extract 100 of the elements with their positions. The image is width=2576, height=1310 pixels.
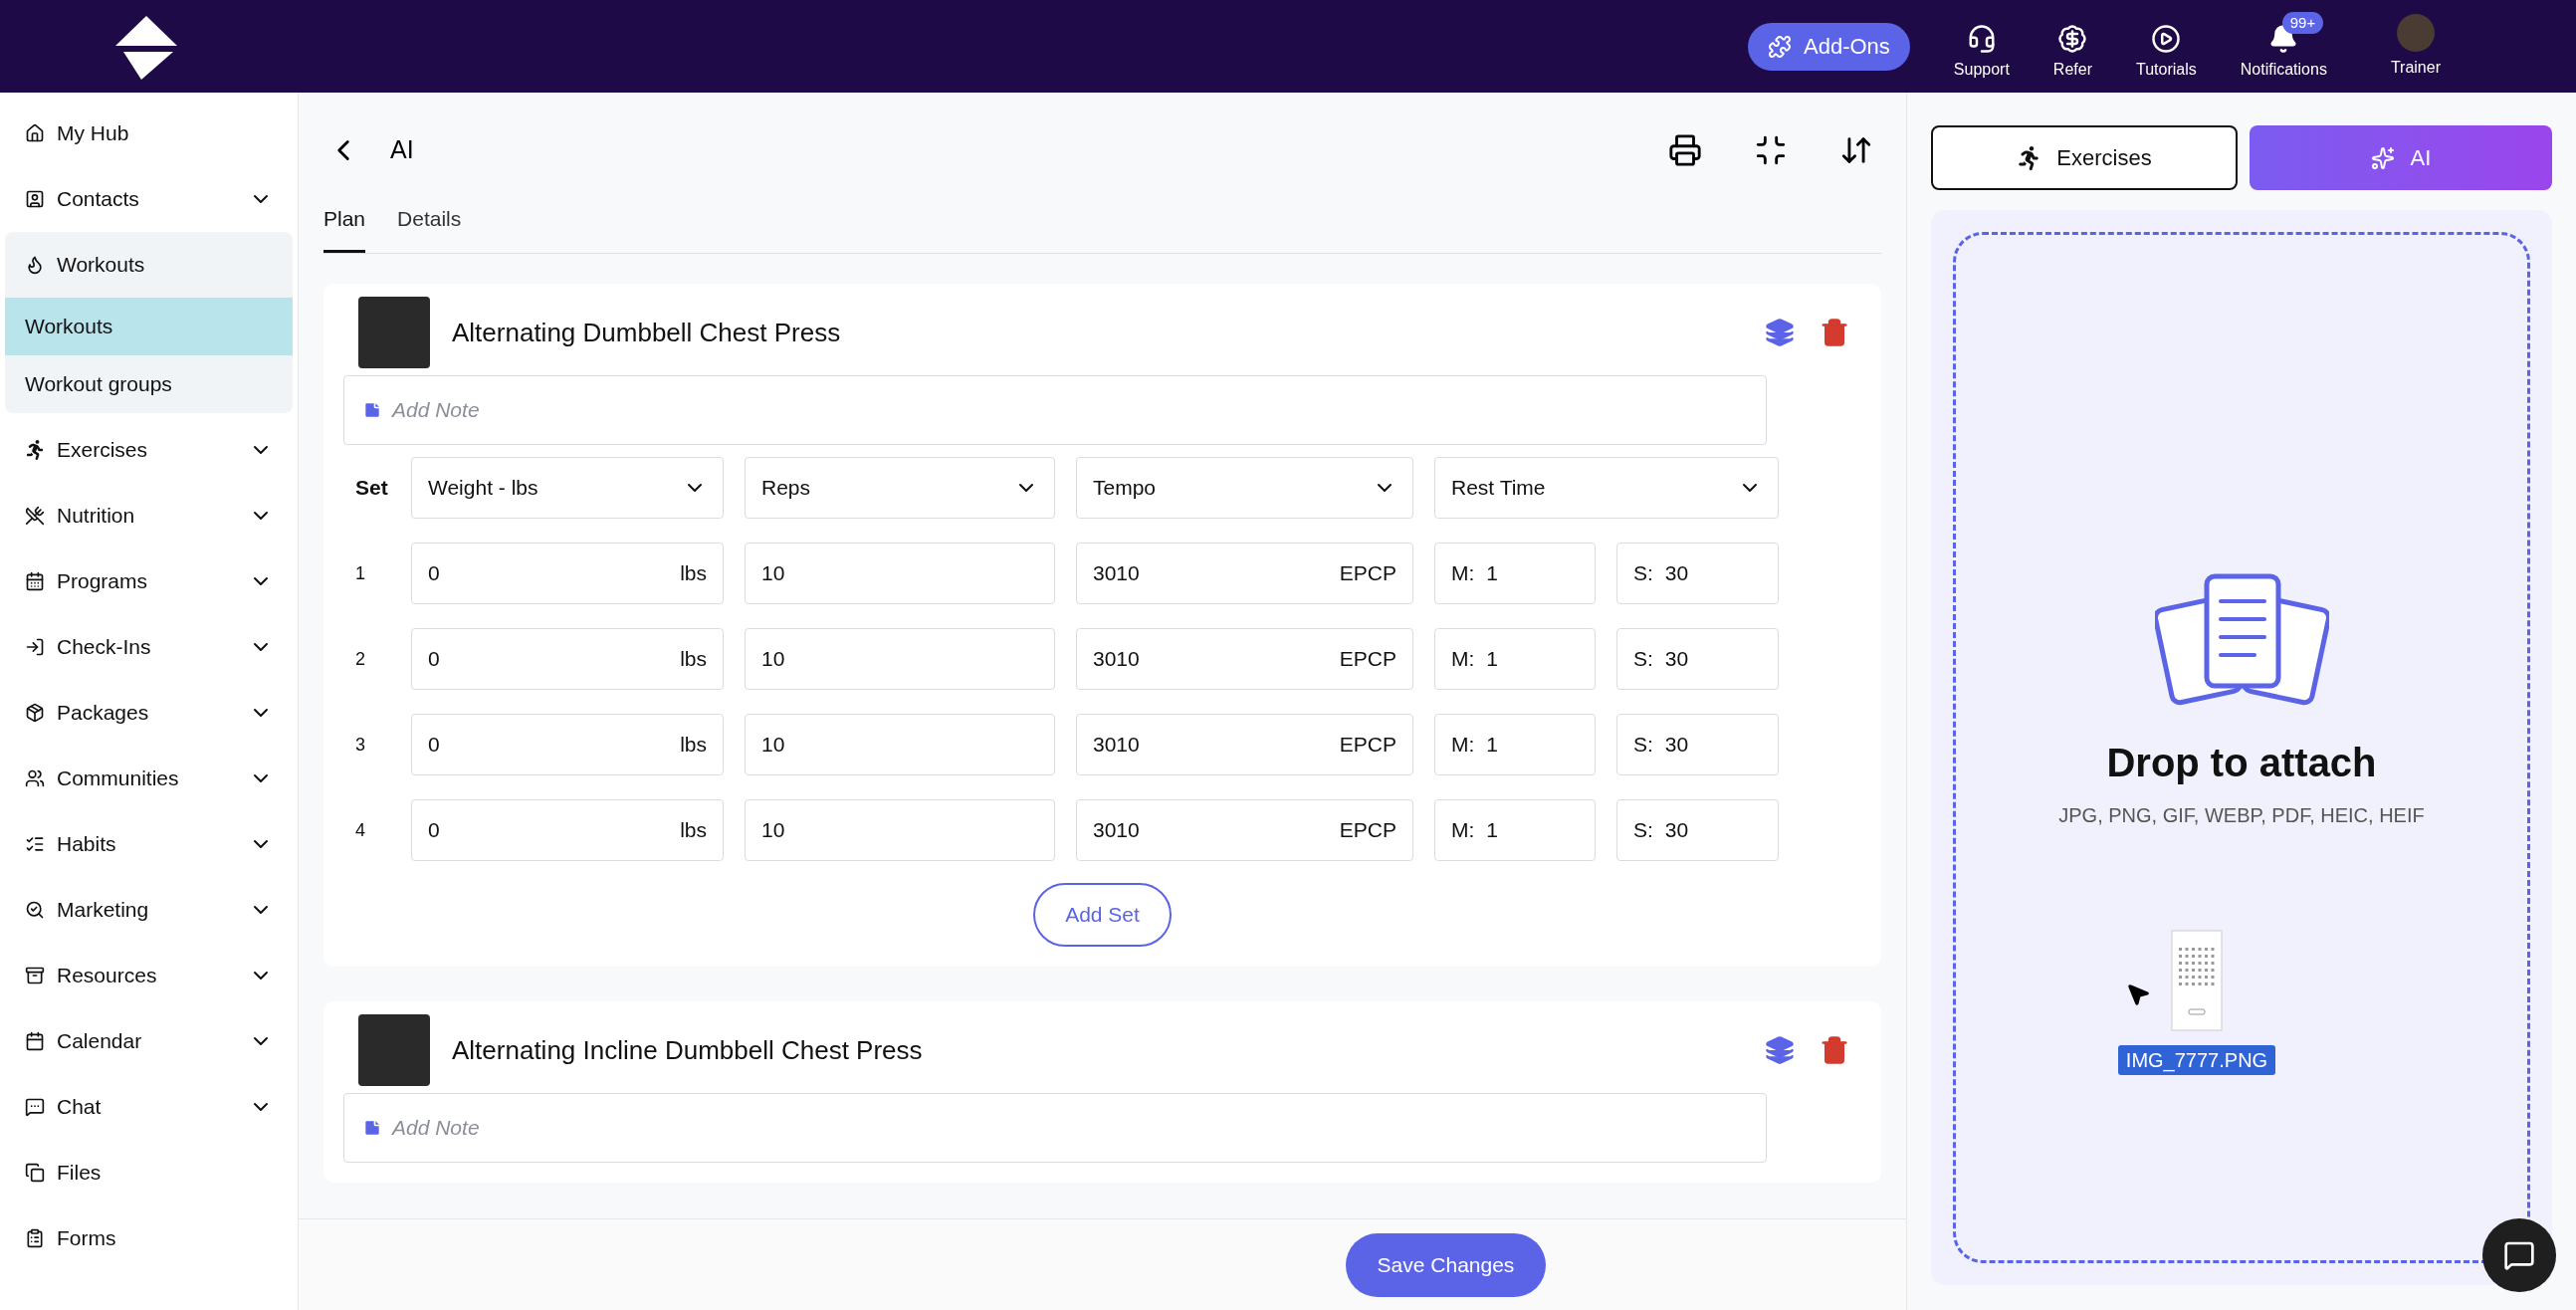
sidebar-item[interactable]: Workouts bbox=[5, 232, 293, 298]
set-number: 3 bbox=[354, 733, 366, 757]
notification-badge: 99+ bbox=[2281, 11, 2324, 34]
sidebar-item[interactable]: Habits bbox=[5, 811, 293, 877]
input-field[interactable]: 10 bbox=[745, 799, 1055, 861]
sidebar-item[interactable]: Nutrition bbox=[5, 483, 293, 548]
photo-placeholder bbox=[358, 1014, 430, 1086]
tab[interactable]: Plan bbox=[323, 202, 366, 253]
save-changes-button[interactable]: Save Changes bbox=[1345, 1232, 1547, 1297]
exercise-title: Alternating Incline Dumbbell Chest Press bbox=[452, 1033, 924, 1067]
sidebar-item[interactable]: Calendar bbox=[5, 1008, 293, 1074]
input-field[interactable]: 3010 EPCP bbox=[1076, 714, 1413, 775]
unit-label: lbs bbox=[680, 817, 707, 844]
form-icon bbox=[25, 1228, 45, 1248]
collapse-icon[interactable] bbox=[1754, 133, 1788, 167]
input-field[interactable]: M: 1 bbox=[1434, 543, 1596, 604]
sidebar-item[interactable]: Packages bbox=[5, 680, 293, 746]
unit-label: lbs bbox=[680, 732, 707, 759]
profile-menu[interactable]: Trainer bbox=[2366, 13, 2465, 80]
drop-title: Drop to attach bbox=[2106, 740, 2377, 786]
sidebar-subitem[interactable]: Workouts bbox=[5, 298, 293, 355]
file-formats: JPG, PNG, GIF, WEBP, PDF, HEIC, HEIF bbox=[2058, 803, 2425, 828]
input-field[interactable]: M: 1 bbox=[1434, 799, 1596, 861]
input-field[interactable]: S: 30 bbox=[1616, 628, 1779, 690]
input-field[interactable]: 0 lbs bbox=[411, 628, 724, 690]
trash-icon[interactable] bbox=[1820, 318, 1849, 347]
input-field[interactable]: 10 bbox=[745, 543, 1055, 604]
drop-zone[interactable]: Drop to attach JPG, PNG, GIF, WEBP, PDF, HEIC, HEIF IMG_7777.PNG bbox=[1953, 232, 2530, 1263]
flame-icon bbox=[25, 255, 45, 275]
unit-label: lbs bbox=[680, 646, 707, 673]
panel-tab[interactable]: AI bbox=[2250, 125, 2552, 190]
input-field[interactable]: 3010 EPCP bbox=[1076, 543, 1413, 604]
tempo-tag: EPCP bbox=[1339, 557, 1396, 589]
input-field[interactable]: M: 1 bbox=[1434, 714, 1596, 775]
tab[interactable]: Details bbox=[397, 202, 462, 253]
layers-icon[interactable] bbox=[1765, 318, 1795, 347]
sidebar-item[interactable]: Programs bbox=[5, 548, 293, 614]
set-header: Set bbox=[354, 475, 389, 502]
column-dropdown[interactable]: Reps bbox=[745, 457, 1055, 519]
input-field[interactable]: 3010 EPCP bbox=[1076, 628, 1413, 690]
puzzle-icon bbox=[1768, 34, 1792, 59]
checklist-icon bbox=[25, 834, 45, 854]
input-field[interactable]: S: 30 bbox=[1616, 714, 1779, 775]
input-field[interactable]: S: 30 bbox=[1616, 543, 1779, 604]
nav-item[interactable]: Tutorials bbox=[2116, 11, 2221, 82]
set-number: 1 bbox=[354, 561, 366, 585]
cursor-icon bbox=[2125, 982, 2151, 1007]
column-dropdown[interactable]: Weight - lbs bbox=[411, 457, 724, 519]
panel-tab[interactable]: Exercises bbox=[1931, 125, 2238, 190]
column-dropdown[interactable]: Tempo bbox=[1076, 457, 1413, 519]
sidebar-item[interactable]: Resources bbox=[5, 943, 293, 1008]
note-icon bbox=[362, 400, 382, 420]
input-field[interactable]: M: 1 bbox=[1434, 628, 1596, 690]
sidebar-item[interactable]: Check-Ins bbox=[5, 614, 293, 680]
sidebar-item[interactable]: My Hub bbox=[5, 101, 293, 166]
contact-card-icon bbox=[25, 189, 45, 209]
trash-icon[interactable] bbox=[1820, 1035, 1849, 1065]
sidebar-item[interactable]: Chat bbox=[5, 1074, 293, 1140]
tempo-tag: EPCP bbox=[1339, 814, 1396, 846]
home-icon bbox=[25, 123, 45, 143]
input-field[interactable]: 10 bbox=[745, 714, 1055, 775]
archive-icon bbox=[25, 966, 45, 985]
input-field[interactable]: 3010 EPCP bbox=[1076, 799, 1413, 861]
sidebar-item[interactable]: Communities bbox=[5, 746, 293, 811]
people-icon bbox=[25, 768, 45, 788]
nav-item[interactable]: Refer bbox=[2033, 11, 2116, 82]
utensils-icon bbox=[25, 506, 45, 526]
note-icon bbox=[362, 1118, 382, 1138]
file-name: IMG_7777.PNG bbox=[2117, 1045, 2276, 1075]
sidebar-item[interactable]: Contacts bbox=[5, 166, 293, 232]
dollar-icon bbox=[2057, 23, 2088, 54]
sidebar-item[interactable]: Marketing bbox=[5, 877, 293, 943]
input-field[interactable]: 10 bbox=[745, 628, 1055, 690]
tempo-tag: EPCP bbox=[1339, 729, 1396, 761]
add-set-button[interactable]: Add Set bbox=[1033, 883, 1172, 947]
column-dropdown[interactable]: Rest Time bbox=[1434, 457, 1779, 519]
sidebar-item[interactable]: Files bbox=[5, 1140, 293, 1205]
runner-icon bbox=[25, 440, 45, 460]
sparkles-icon bbox=[2370, 145, 2395, 170]
printer-icon[interactable] bbox=[1668, 133, 1702, 167]
sidebar-item[interactable]: Forms bbox=[5, 1205, 293, 1271]
chat-icon bbox=[2503, 1239, 2535, 1271]
set-number: 2 bbox=[354, 647, 366, 671]
nav-item[interactable]: Support bbox=[1933, 11, 2034, 82]
unit-label: lbs bbox=[680, 560, 707, 587]
runner-icon bbox=[2017, 145, 2041, 170]
tempo-tag: EPCP bbox=[1339, 643, 1396, 675]
nav-item[interactable]: Notifications 99+ bbox=[2220, 11, 2351, 82]
input-field[interactable]: 0 lbs bbox=[411, 799, 724, 861]
calendar-icon bbox=[25, 571, 45, 591]
sidebar-subitem[interactable]: Workout groups bbox=[5, 355, 293, 413]
search-icon bbox=[25, 900, 45, 920]
add-ons-button[interactable]: Add-Ons bbox=[1748, 22, 1910, 71]
files-icon bbox=[25, 1163, 45, 1183]
sidebar-item[interactable]: Exercises bbox=[5, 417, 293, 483]
login-arrow-icon bbox=[25, 637, 45, 657]
input-field[interactable]: S: 30 bbox=[1616, 799, 1779, 861]
layers-icon[interactable] bbox=[1765, 1035, 1795, 1065]
input-field[interactable]: 0 lbs bbox=[411, 714, 724, 775]
input-field[interactable]: 0 lbs bbox=[411, 543, 724, 604]
